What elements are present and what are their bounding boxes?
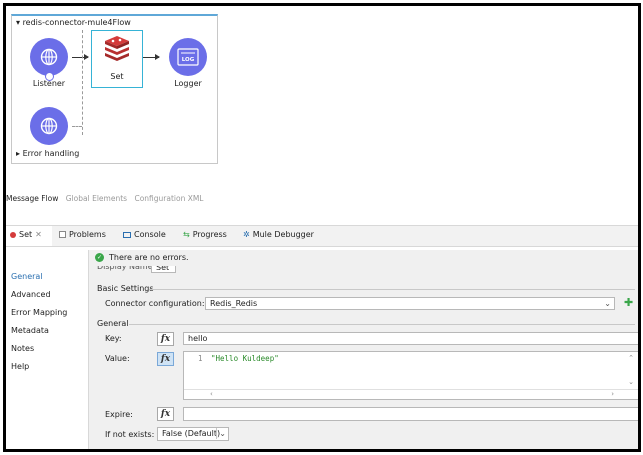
set-node[interactable]: Set bbox=[91, 30, 143, 88]
tab-set[interactable]: Set ✕ bbox=[10, 230, 42, 239]
flow-connector-line bbox=[72, 126, 82, 127]
console-icon bbox=[123, 231, 131, 238]
problems-icon bbox=[59, 231, 66, 238]
scroll-down-icon[interactable]: ⌄ bbox=[628, 378, 634, 386]
error-listener-node[interactable] bbox=[30, 107, 68, 145]
progress-icon: ⇆ bbox=[183, 230, 190, 239]
properties-sidebar: General Advanced Error Mapping Metadata … bbox=[6, 250, 86, 449]
globe-icon bbox=[40, 48, 58, 66]
connector-config-select[interactable]: Redis_Redis ⌄ bbox=[205, 297, 615, 310]
scroll-right-icon[interactable]: › bbox=[611, 390, 614, 398]
status-message: There are no errors. bbox=[109, 253, 189, 262]
panel-tab-bar: Set ✕ Problems Console ⇆ Progress ✲ Mule… bbox=[6, 225, 638, 247]
set-label: Set bbox=[110, 72, 124, 81]
flow-arrow bbox=[143, 54, 160, 60]
chevron-down-icon[interactable]: ⌄ bbox=[216, 428, 226, 439]
sidebar-item-help[interactable]: Help bbox=[11, 362, 29, 371]
log-icon: LOG bbox=[177, 48, 199, 66]
close-icon[interactable]: ✕ bbox=[35, 230, 42, 239]
horizontal-scrollbar[interactable]: ‹ › bbox=[184, 389, 638, 399]
sidebar-item-metadata[interactable]: Metadata bbox=[11, 326, 49, 335]
globe-icon bbox=[40, 117, 58, 135]
flow-boundary-line bbox=[82, 30, 83, 135]
value-expression-editor[interactable]: 1 "Hello Kuldeep" ⌃ ⌄ ‹ › bbox=[183, 351, 638, 400]
if-not-exists-select[interactable]: False (Default) ⌄ bbox=[157, 427, 229, 441]
key-label: Key: bbox=[105, 334, 122, 343]
if-not-exists-label: If not exists: bbox=[105, 430, 155, 439]
fx-toggle-key[interactable]: fx bbox=[157, 332, 174, 346]
error-handling-toggle[interactable]: ▸ Error handling bbox=[16, 149, 79, 158]
chevron-down-icon[interactable]: ⌄ bbox=[604, 298, 611, 309]
editor-tabs: Message Flow Global Elements Configurati… bbox=[6, 194, 204, 203]
svg-text:LOG: LOG bbox=[182, 57, 195, 63]
add-icon[interactable]: ✚ bbox=[624, 297, 633, 309]
set-tab-icon bbox=[10, 231, 16, 238]
flow-container[interactable]: ▾ redis-connector-mule4Flow Listener Set… bbox=[11, 14, 218, 164]
tab-message-flow[interactable]: Message Flow bbox=[6, 194, 58, 203]
value-code: "Hello Kuldeep" bbox=[211, 354, 279, 363]
expire-input[interactable] bbox=[183, 407, 638, 421]
divider bbox=[129, 324, 635, 325]
scroll-up-icon[interactable]: ⌃ bbox=[628, 354, 634, 362]
tab-console[interactable]: Console bbox=[123, 230, 166, 239]
fx-toggle-value[interactable]: fx bbox=[157, 352, 174, 366]
debugger-icon: ✲ bbox=[243, 230, 250, 239]
tab-configuration-xml[interactable]: Configuration XML bbox=[134, 194, 203, 203]
status-bar: ✓ There are no errors. bbox=[89, 250, 638, 266]
sidebar-item-advanced[interactable]: Advanced bbox=[11, 290, 51, 299]
divider bbox=[149, 289, 635, 290]
properties-content: Display Name: Set ✓ There are no errors.… bbox=[88, 250, 638, 449]
tab-progress[interactable]: ⇆ Progress bbox=[183, 230, 227, 239]
flow-arrow bbox=[72, 54, 89, 60]
logger-label: Logger bbox=[174, 79, 202, 88]
sidebar-item-error-mapping[interactable]: Error Mapping bbox=[11, 308, 67, 317]
general-title: General bbox=[97, 319, 129, 328]
line-number: 1 bbox=[198, 354, 203, 363]
basic-settings-title: Basic Settings bbox=[97, 284, 154, 293]
check-icon: ✓ bbox=[95, 253, 104, 262]
value-label: Value: bbox=[105, 354, 130, 363]
tab-mule-debugger[interactable]: ✲ Mule Debugger bbox=[243, 230, 314, 239]
tab-problems[interactable]: Problems bbox=[59, 230, 106, 239]
key-input[interactable]: hello bbox=[183, 332, 638, 345]
sidebar-item-general[interactable]: General bbox=[11, 272, 43, 281]
connector-config-label: Connector configuration: bbox=[105, 299, 205, 308]
sidebar-item-notes[interactable]: Notes bbox=[11, 344, 34, 353]
expire-label: Expire: bbox=[105, 410, 133, 419]
tab-global-elements[interactable]: Global Elements bbox=[66, 194, 127, 203]
fx-toggle-expire[interactable]: fx bbox=[157, 407, 174, 421]
flow-title[interactable]: ▾ redis-connector-mule4Flow bbox=[16, 18, 131, 27]
redis-icon bbox=[105, 36, 129, 61]
app-window: ▾ redis-connector-mule4Flow Listener Set… bbox=[3, 3, 641, 452]
listener-node[interactable] bbox=[30, 38, 68, 76]
logger-node[interactable]: LOG bbox=[169, 38, 207, 76]
listener-label: Listener bbox=[32, 79, 66, 88]
scroll-left-icon[interactable]: ‹ bbox=[210, 390, 213, 398]
